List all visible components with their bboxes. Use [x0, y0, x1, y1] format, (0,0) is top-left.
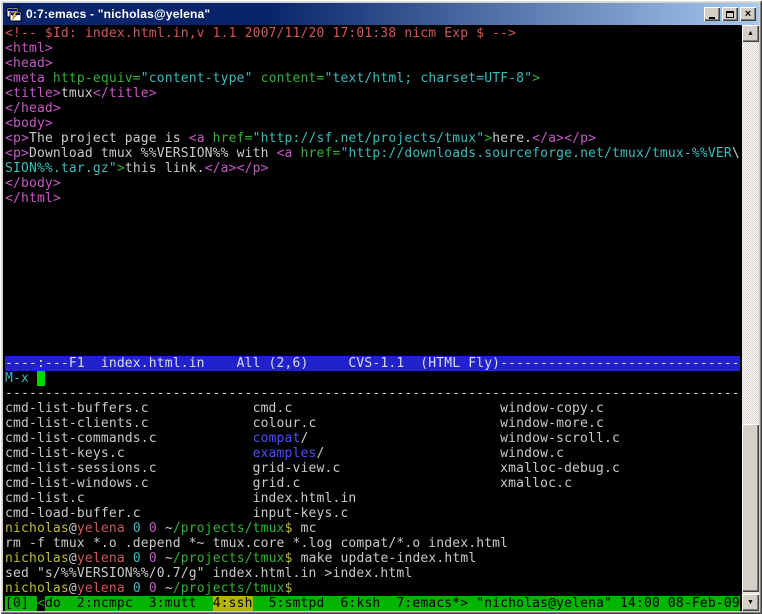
- scrollbar-down-button[interactable]: ▼: [742, 594, 759, 611]
- empty-line: [5, 326, 742, 341]
- scrollbar[interactable]: ▲ ▼: [742, 25, 759, 611]
- empty-line: [5, 221, 742, 236]
- empty-line: [5, 341, 742, 356]
- emacs-code-line: <p>Download tmux %%VERSION%% with <a hre…: [5, 146, 742, 161]
- empty-line: [5, 206, 742, 221]
- emacs-code-line: </head>: [5, 101, 742, 116]
- shell-prompt-line: nicholas@yelena 0 0 ~/projects/tmux$: [5, 581, 742, 596]
- shell-ls-line: cmd-list.c index.html.in: [5, 491, 742, 506]
- shell-ls-line: cmd-list-windows.c grid.c xmalloc.c: [5, 476, 742, 491]
- emacs-code-line: <body>: [5, 116, 742, 131]
- shell-ls-line: cmd-load-buffer.c input-keys.c: [5, 506, 742, 521]
- emacs-code-line: <meta http-equiv="content-type" content=…: [5, 71, 742, 86]
- shell-prompt-line: nicholas@yelena 0 0 ~/projects/tmux$ mc: [5, 521, 742, 536]
- minimize-button[interactable]: [704, 7, 720, 21]
- shell-ls-line: cmd-list-buffers.c cmd.c window-copy.c: [5, 401, 742, 416]
- shell-ls-line: cmd-list-sessions.c grid-view.c xmalloc-…: [5, 461, 742, 476]
- emacs-code-line: <title>tmux</title>: [5, 86, 742, 101]
- empty-line: [5, 281, 742, 296]
- putty-icon: [6, 6, 22, 22]
- emacs-code-line: <html>: [5, 41, 742, 56]
- emacs-minibuffer: M-x: [5, 371, 742, 386]
- maximize-icon: [726, 11, 734, 18]
- emacs-code-line: </body>: [5, 176, 742, 191]
- scrollbar-track[interactable]: [742, 42, 759, 594]
- emacs-comment-line: <!-- $Id: index.html.in,v 1.1 2007/11/20…: [5, 26, 742, 41]
- tmux-status-bar: [0] <do 2:ncmpc 3:mutt 4:ssh 5:smtpd 6:k…: [5, 596, 740, 611]
- emacs-code-line: </html>: [5, 191, 742, 206]
- scrollbar-up-button[interactable]: ▲: [742, 25, 759, 42]
- emacs-code-line: <p>The project page is <a href="http://s…: [5, 131, 742, 146]
- minimize-icon: [709, 17, 715, 19]
- shell-prompt-line: nicholas@yelena 0 0 ~/projects/tmux$ mak…: [5, 551, 742, 566]
- scroll-up-icon: ▲: [747, 30, 754, 37]
- tmux-pane-separator: ----------------------------------------…: [5, 386, 742, 401]
- shell-ls-line: cmd-list-commands.c compat/ window-scrol…: [5, 431, 742, 446]
- shell-ls-line: cmd-list-clients.c colour.c window-more.…: [5, 416, 742, 431]
- shell-output-line: rm -f tmux *.o .depend *~ tmux.core *.lo…: [5, 536, 742, 551]
- empty-line: [5, 251, 742, 266]
- window-title: 0:7:emacs - "nicholas@yelena": [26, 7, 704, 21]
- maximize-button[interactable]: [722, 7, 738, 21]
- empty-line: [5, 266, 742, 281]
- shell-output-line: sed "s/%%VERSION%%/0.7/g" index.html.in …: [5, 566, 742, 581]
- emacs-code-line: <head>: [5, 56, 742, 71]
- close-icon: ×: [745, 9, 751, 20]
- titlebar[interactable]: 0:7:emacs - "nicholas@yelena" ×: [3, 3, 759, 25]
- putty-window: 0:7:emacs - "nicholas@yelena" × <!-- $Id…: [0, 0, 762, 614]
- emacs-code-line: SION%%.tar.gz">this link.</a></p>: [5, 161, 742, 176]
- scroll-down-icon: ▼: [747, 599, 754, 606]
- empty-line: [5, 236, 742, 251]
- close-button[interactable]: ×: [740, 7, 756, 21]
- empty-line: [5, 296, 742, 311]
- scrollbar-thumb[interactable]: [742, 424, 759, 592]
- emacs-modeline: ----:---F1 index.html.in All (2,6) CVS-1…: [5, 356, 740, 371]
- empty-line: [5, 311, 742, 326]
- shell-ls-line: cmd-list-keys.c examples/ window.c: [5, 446, 742, 461]
- terminal[interactable]: <!-- $Id: index.html.in,v 1.1 2007/11/20…: [3, 25, 742, 611]
